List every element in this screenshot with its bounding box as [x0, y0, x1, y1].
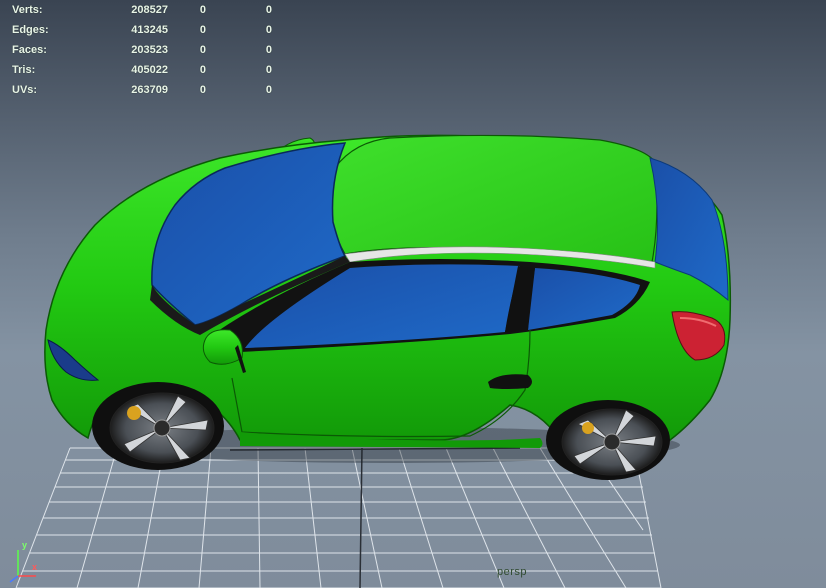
poly-count-hud: Verts: 208527 0 0 Edges: 413245 0 0 Face… — [12, 0, 272, 100]
hud-row-edges: Edges: 413245 0 0 — [12, 20, 272, 40]
hud-label: Faces: — [12, 44, 47, 56]
hud-value: 0 — [265, 64, 272, 76]
hud-value: 203523 — [131, 44, 168, 56]
hud-value: 0 — [199, 84, 206, 96]
hud-value: 0 — [199, 4, 206, 16]
view-axis-indicator: y x — [4, 540, 44, 584]
hud-value: 405022 — [131, 64, 168, 76]
hud-row-tris: Tris: 405022 0 0 — [12, 60, 272, 80]
hud-row-verts: Verts: 208527 0 0 — [12, 0, 272, 20]
hud-value: 0 — [265, 44, 272, 56]
hud-label: Verts: — [12, 4, 43, 16]
hud-value: 263709 — [131, 84, 168, 96]
axis-y-label: y — [22, 540, 28, 550]
hud-value: 413245 — [131, 24, 168, 36]
hud-label: Edges: — [12, 24, 49, 36]
hud-value: 0 — [265, 4, 272, 16]
hud-row-faces: Faces: 203523 0 0 — [12, 40, 272, 60]
axis-x-label: x — [32, 562, 38, 572]
hud-label: Tris: — [12, 64, 36, 76]
hud-value: 0 — [199, 24, 206, 36]
hud-value: 0 — [199, 44, 206, 56]
camera-name-label: persp — [497, 566, 528, 578]
hud-label: UVs: — [12, 84, 38, 96]
hud-value: 0 — [199, 64, 206, 76]
hud-row-uvs: UVs: 263709 0 0 — [12, 80, 272, 100]
maya-viewport[interactable]: Verts: 208527 0 0 Edges: 413245 0 0 Face… — [0, 0, 826, 588]
hud-value: 0 — [265, 24, 272, 36]
hud-value: 0 — [265, 84, 272, 96]
hud-value: 208527 — [131, 4, 168, 16]
